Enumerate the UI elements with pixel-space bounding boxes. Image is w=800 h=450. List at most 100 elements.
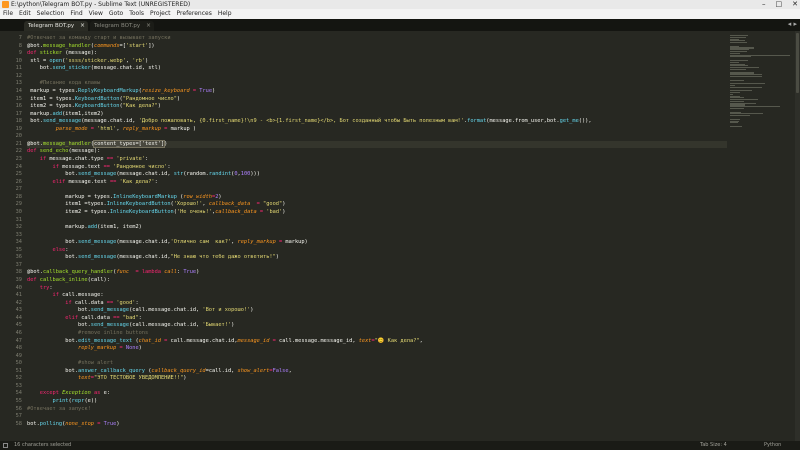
code-line[interactable]: def callback_inline(call): [27,277,727,285]
line-number: 31 [15,216,22,223]
menu-project[interactable]: Project [150,9,171,19]
code-editor[interactable]: 7 8 9 10 11 12 13 14 15 16 17 18 19 20 21 22 23 24 25 26 27 2… [0,31,800,441]
minimap[interactable] [730,35,792,127]
code-line[interactable]: #Писание кода клавы [27,80,727,88]
code-line[interactable]: @bot.callback_query_handler(func = lambd… [27,269,727,277]
code-token: except [39,390,63,397]
code-token: ) [164,140,168,147]
code-line[interactable]: #remove inline buttons [27,330,727,338]
code-token: elif [65,314,82,321]
code-line[interactable]: bot.send_message(message.chat.id, str(ra… [27,171,727,179]
code-line[interactable]: bot.send_message(call.message.chat.id, '… [27,307,727,315]
close-icon[interactable]: ✕ [792,0,798,9]
panel-toggle-icon[interactable] [3,443,8,448]
tab-close-icon[interactable]: × [80,21,85,31]
menu-selection[interactable]: Selection [37,9,65,19]
tab-close-icon[interactable]: × [146,21,151,31]
code-line[interactable] [27,133,727,141]
code-line[interactable]: stl = open('ssss/sticker.webp', 'rb') [27,58,727,66]
code-token: e: [103,390,110,397]
code-line[interactable]: reply_markup = None) [27,345,727,353]
code-line[interactable]: item2 = types.KeyboardButton("Как дела?"… [27,103,727,111]
code-line[interactable]: #show alert [27,360,727,368]
code-line[interactable]: except Exception as e: [27,390,727,398]
menu-edit[interactable]: Edit [19,9,31,19]
code-line[interactable]: bot.edit_message_text (chat_id = call.me… [27,338,727,346]
code-line[interactable] [27,413,727,421]
code-line[interactable]: bot.send_message(message.chat.id, 'Добро… [27,118,727,126]
menu-file[interactable]: File [3,9,13,19]
code-line[interactable] [27,353,727,361]
code-token: repr [71,398,85,404]
code-line[interactable]: bot.answer_callback_query (callback_quer… [27,368,727,376]
code-token: ReplyKeyboardMarkup [78,87,139,94]
tab-scroll-arrows-icon[interactable]: ◂ ▸ [788,20,797,28]
code-line[interactable]: item1 = types.KeyboardButton("Рандомное … [27,96,727,104]
code-token: try [39,284,50,291]
tab-size-indicator[interactable]: Tab Size: 4 [700,441,727,450]
code-line[interactable]: item2 = types.InlineKeyboardButton('Не о… [27,209,727,217]
code-token: Exception [62,390,94,397]
code-token: True [199,87,213,94]
code-line[interactable]: parse_mode = 'html', reply_markup = mark… [27,126,727,134]
code-line[interactable] [27,232,727,240]
code-line[interactable]: bot.send_message(call.message.chat.id, '… [27,322,727,330]
menu-preferences[interactable]: Preferences [177,9,212,19]
code-token: (call.message.chat.id, [129,307,203,314]
code-line[interactable] [27,262,727,270]
menu-goto[interactable]: Goto [109,9,123,19]
code-line[interactable]: if call.message: [27,292,727,300]
code-line[interactable]: item1 =types.InlineKeyboardButton('Хорош… [27,201,727,209]
code-token: #Отвечает за команду старт и вызывает за… [27,35,171,41]
code-line[interactable]: def send_echo(message): [27,148,727,156]
code-line[interactable]: markup = types.ReplyKeyboardMarkup(resiz… [27,88,727,96]
code-area[interactable]: #Отвечает за команду старт и вызывает за… [27,35,727,428]
code-token: callback_data [215,208,257,215]
code-line[interactable]: @bot.message_handler(content_types=['tex… [27,139,727,149]
scrollbar-thumb[interactable] [796,33,799,93]
code-token: ]) [148,42,155,49]
code-line[interactable]: bot.send_message(message.chat.id,"Не зна… [27,254,727,262]
maximize-icon[interactable]: □ [776,0,783,9]
code-line[interactable]: @bot.message_handler(commands=['start']) [27,43,727,51]
tab-telegram-bot-inactive[interactable]: Telegram BOT.py × [90,21,154,31]
code-token: def [27,277,40,283]
code-line[interactable]: text="ЭТО ТЕСТОВОЕ УВЕДОМЛЕНИЕ!!") [27,375,727,383]
code-line[interactable]: #Отвечает за команду старт и вызывает за… [27,35,727,43]
menu-view[interactable]: View [89,9,103,19]
code-line[interactable]: markup = types.InlineKeyboardMarkup (row… [27,194,727,202]
tab-telegram-bot-active[interactable]: Telegram BOT.py × [24,21,88,31]
line-number: 28 [15,193,22,200]
code-line[interactable]: elif call.data == "bad": [27,315,727,323]
code-token: False [272,367,289,374]
code-line[interactable]: def sticker (message): [27,50,727,58]
code-line[interactable] [27,217,727,225]
vertical-scrollbar[interactable] [795,31,800,441]
code-token: item1 =types. [27,201,107,208]
code-line[interactable]: elif message.text == 'Как дела?': [27,179,727,187]
code-line[interactable]: bot.send_sticker(message.chat.id, stl) [27,65,727,73]
menu-help[interactable]: Help [218,9,232,19]
code-line[interactable]: markup.add(item1, item2) [27,224,727,232]
code-line[interactable]: if call.data == 'good': [27,300,727,308]
menu-tools[interactable]: Tools [129,9,144,19]
code-line[interactable]: bot.send_message(message.chat.id,'Отличн… [27,239,727,247]
menu-find[interactable]: Find [70,9,82,19]
code-line[interactable] [27,73,727,81]
minimize-icon[interactable]: – [762,0,766,9]
code-line[interactable] [27,186,727,194]
code-line[interactable]: bot.polling(none_stop = True) [27,421,727,429]
code-line[interactable]: try: [27,285,727,293]
code-token: 'Бывает!' [202,322,232,329]
code-line[interactable] [27,383,727,391]
code-token: ) [231,322,235,329]
code-line[interactable]: if message.chat.type == 'private': [27,156,727,164]
syntax-indicator[interactable]: Python [764,441,781,450]
code-token: if [39,156,50,162]
code-line[interactable]: print(repr(e)) [27,398,727,406]
code-token: 'html' [97,125,117,132]
code-line[interactable]: if message.text == 'Рандомное число': [27,164,727,172]
code-line[interactable]: #Отвечает за запуск! [27,406,727,414]
code-token: 'Рандомное число' [113,163,168,170]
